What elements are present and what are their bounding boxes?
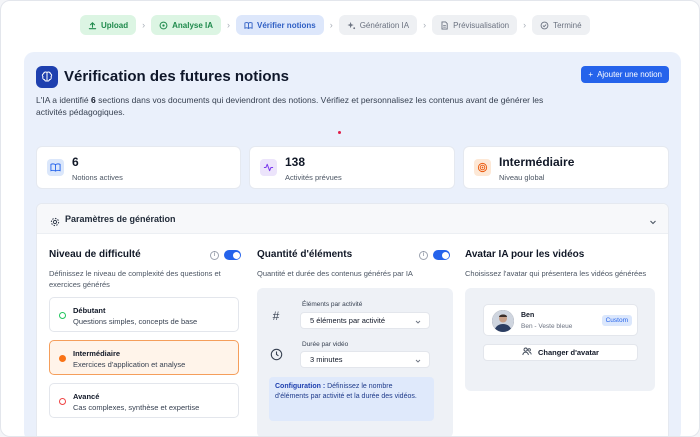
duration-select[interactable]: 3 minutes bbox=[300, 351, 430, 368]
stat-label: Activités prévues bbox=[285, 173, 342, 182]
document-icon bbox=[440, 20, 449, 30]
level-avance[interactable]: Avancé Cas complexes, synthèse et expert… bbox=[49, 383, 239, 418]
per-activity-value: 5 éléments par activité bbox=[310, 316, 386, 325]
per-activity-label: Éléments par activité bbox=[302, 301, 363, 308]
check-circle-icon bbox=[540, 21, 549, 30]
stat-label: Notions actives bbox=[72, 173, 123, 182]
chevron-down-icon bbox=[415, 318, 421, 324]
step-label: Upload bbox=[101, 20, 129, 30]
plus-icon: + bbox=[588, 70, 594, 79]
level-desc: Exercices d'application et analyse bbox=[73, 360, 186, 369]
chevron-right-icon: › bbox=[423, 20, 427, 30]
difficulty-subtitle: Définissez le niveau de complexité des q… bbox=[49, 269, 221, 289]
step-verifier[interactable]: Vérifier notions bbox=[236, 15, 324, 35]
difficulty-title: Niveau de difficulté bbox=[49, 249, 141, 260]
target-icon bbox=[474, 159, 491, 176]
stat-value: Intermédiaire bbox=[499, 155, 575, 169]
params-header[interactable]: Paramètres de génération bbox=[37, 204, 668, 234]
add-notion-button[interactable]: + Ajouter une notion bbox=[581, 66, 669, 83]
avatar-title: Avatar IA pour les vidéos bbox=[465, 249, 585, 260]
page-title: Vérification des futures notions bbox=[64, 68, 290, 85]
activity-icon bbox=[260, 159, 277, 176]
quantity-toggle-group: i bbox=[419, 250, 450, 260]
level-desc: Cas complexes, synthèse et expertise bbox=[73, 403, 200, 412]
users-icon bbox=[522, 347, 532, 358]
indicator-dot bbox=[338, 131, 341, 134]
quantity-subtitle: Quantité et durée des contenus générés p… bbox=[257, 269, 413, 278]
step-analyse[interactable]: Analyse IA bbox=[151, 15, 222, 35]
chevron-right-icon: › bbox=[227, 20, 231, 30]
desc-prefix: L'IA a identifié bbox=[36, 95, 92, 105]
stat-notions: 6 Notions actives bbox=[36, 146, 241, 189]
step-label: Génération IA bbox=[359, 20, 410, 30]
avatar-subtitle: Choisissez l'avatar qui présentera les v… bbox=[465, 269, 647, 278]
stat-label: Niveau global bbox=[499, 173, 545, 182]
config-note: Configuration : Définissez le nombre d'é… bbox=[269, 377, 434, 421]
brain-logo-icon bbox=[36, 66, 58, 88]
stepper: Upload › Analyse IA › Vérifier notions ›… bbox=[80, 15, 590, 35]
step-termine[interactable]: Terminé bbox=[532, 15, 590, 35]
step-label: Analyse IA bbox=[172, 20, 214, 30]
avatar-desc: Ben - Veste bleue bbox=[521, 323, 573, 330]
level-name: Avancé bbox=[73, 392, 100, 401]
radio-icon bbox=[59, 312, 66, 319]
page-description: L'IA a identifié 6 sections dans vos doc… bbox=[36, 94, 556, 118]
gear-icon bbox=[50, 214, 60, 227]
brain-icon bbox=[159, 21, 168, 30]
step-generation[interactable]: Génération IA bbox=[338, 15, 418, 35]
step-label: Prévisualisation bbox=[453, 20, 510, 30]
info-icon[interactable]: i bbox=[210, 250, 219, 260]
avatar bbox=[492, 310, 514, 332]
level-name: Débutant bbox=[73, 306, 106, 315]
level-desc: Questions simples, concepts de base bbox=[73, 317, 198, 326]
desc-suffix: sections dans vos documents qui deviendr… bbox=[36, 95, 544, 117]
stat-niveau: Intermédiaire Niveau global bbox=[463, 146, 669, 189]
sparkles-icon bbox=[347, 21, 356, 30]
difficulty-toggle[interactable] bbox=[224, 250, 241, 260]
stat-value: 138 bbox=[285, 155, 306, 169]
chevron-right-icon: › bbox=[142, 20, 146, 30]
step-previsualisation[interactable]: Prévisualisation bbox=[432, 15, 518, 35]
add-notion-label: Ajouter une notion bbox=[597, 70, 662, 79]
duration-label: Durée par vidéo bbox=[302, 341, 349, 348]
difficulty-toggle-group: i bbox=[210, 250, 241, 260]
chevron-right-icon: › bbox=[329, 20, 333, 30]
hash-icon: # bbox=[272, 309, 280, 323]
step-upload[interactable]: Upload bbox=[80, 15, 137, 35]
clock-icon bbox=[269, 347, 283, 361]
quantity-title: Quantité d'éléments bbox=[257, 249, 353, 260]
step-label: Vérifier notions bbox=[257, 20, 316, 30]
upload-icon bbox=[88, 21, 97, 30]
params-title: Paramètres de génération bbox=[65, 214, 176, 224]
step-label: Terminé bbox=[553, 20, 582, 30]
level-name: Intermédiaire bbox=[73, 349, 121, 358]
quantity-settings-box: # Éléments par activité 5 éléments par a… bbox=[257, 288, 453, 436]
custom-badge: Custom bbox=[601, 315, 632, 326]
verification-card: Vérification des futures notions + Ajout… bbox=[24, 52, 681, 436]
avatar-name: Ben bbox=[521, 312, 535, 319]
per-activity-select[interactable]: 5 éléments par activité bbox=[300, 312, 430, 329]
generation-params-panel: Paramètres de génération Niveau de diffi… bbox=[36, 203, 669, 436]
change-avatar-label: Changer d'avatar bbox=[538, 348, 599, 357]
duration-value: 3 minutes bbox=[310, 355, 343, 364]
app-window: Upload › Analyse IA › Vérifier notions ›… bbox=[0, 0, 700, 437]
config-note-bold: Configuration : bbox=[275, 383, 326, 390]
chevron-down-icon[interactable] bbox=[648, 214, 658, 225]
avatar-card[interactable]: Ben Ben - Veste bleue Custom bbox=[483, 304, 638, 336]
book-icon bbox=[47, 159, 64, 176]
stat-activites: 138 Activités prévues bbox=[249, 146, 455, 189]
chevron-right-icon: › bbox=[523, 20, 527, 30]
change-avatar-button[interactable]: Changer d'avatar bbox=[483, 344, 638, 361]
info-icon[interactable]: i bbox=[419, 250, 428, 260]
radio-icon bbox=[59, 398, 66, 405]
radio-selected-icon bbox=[59, 355, 66, 362]
quantity-toggle[interactable] bbox=[433, 250, 450, 260]
book-open-icon bbox=[244, 21, 253, 30]
level-debutant[interactable]: Débutant Questions simples, concepts de … bbox=[49, 297, 239, 332]
avatar-settings-box: Ben Ben - Veste bleue Custom Changer d'a… bbox=[465, 288, 655, 391]
chevron-down-icon bbox=[415, 357, 421, 363]
level-intermediaire[interactable]: Intermédiaire Exercices d'application et… bbox=[49, 340, 239, 375]
stat-value: 6 bbox=[72, 155, 79, 169]
